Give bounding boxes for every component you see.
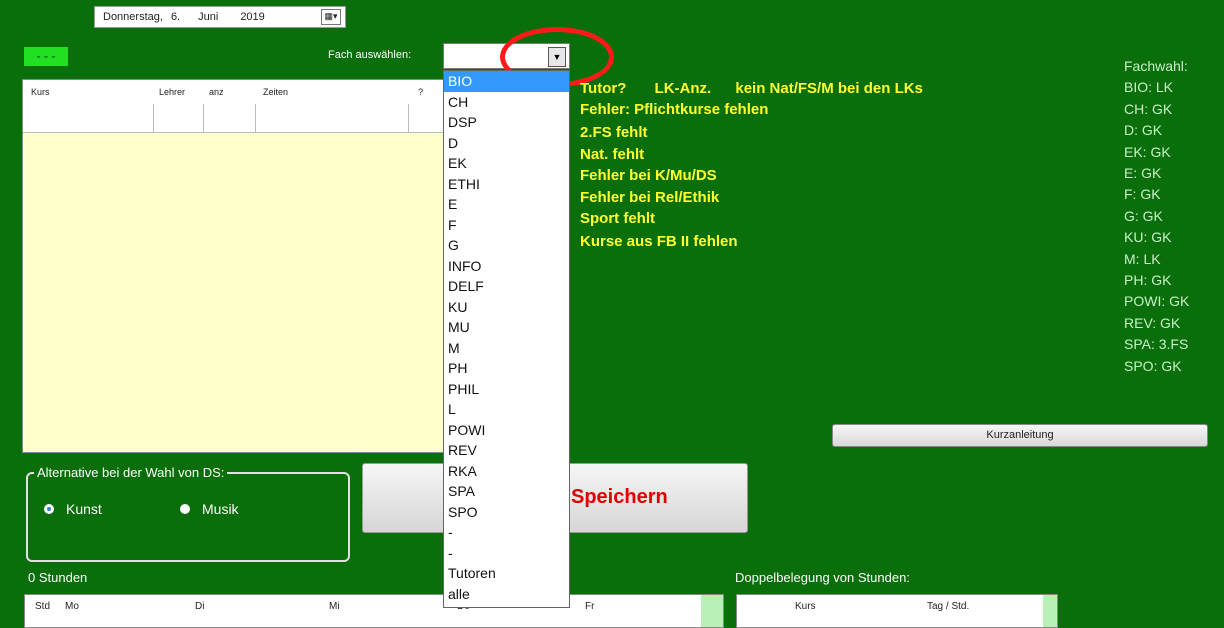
col-anz: anz xyxy=(209,87,224,97)
fachwahl-item: F: GK xyxy=(1124,186,1161,203)
timetable-grid[interactable]: Std Mo Di Mi Do Fr xyxy=(24,594,724,628)
fachwahl-item: EK: GK xyxy=(1124,143,1171,160)
stunden-label: 0 Stunden xyxy=(28,570,88,585)
col-question: ? xyxy=(418,87,424,97)
fachwahl-item: M: LK xyxy=(1124,250,1161,267)
dropdown-option[interactable]: MU xyxy=(444,317,569,338)
fachwahl-item: KU: GK xyxy=(1124,229,1172,246)
dropdown-option[interactable]: BIO xyxy=(444,71,569,92)
save-button-label: Speichern xyxy=(571,486,668,508)
date-year: 2019 xyxy=(240,11,265,23)
dropdown-option[interactable]: CH xyxy=(444,92,569,113)
fach-dropdown-list[interactable]: BIO CH DSP D EK ETHI E F G INFO DELF KU MU M PH PHIL L PO… xyxy=(443,70,570,608)
doppel-title: Doppelbelegung von Stunden: xyxy=(735,570,910,585)
col-kurs: Kurs xyxy=(31,87,50,97)
dropdown-option[interactable]: E xyxy=(444,194,569,215)
doppel-grid[interactable]: Kurs Tag / Std. xyxy=(736,594,1058,628)
dropdown-option[interactable]: F xyxy=(444,215,569,236)
msg-tutor: Tutor? xyxy=(580,80,627,97)
status-button[interactable]: - - - xyxy=(24,47,68,66)
dropdown-option[interactable]: Tutoren xyxy=(444,563,569,584)
dropdown-option[interactable]: alle xyxy=(444,584,569,605)
radio-selected-icon xyxy=(44,504,54,514)
scroll-strip xyxy=(701,595,723,627)
fachwahl-item: POWI: GK xyxy=(1124,293,1190,310)
course-grid[interactable]: Kurs Lehrer anz Zeiten ? xyxy=(22,79,452,453)
dropdown-option[interactable]: DELF xyxy=(444,276,569,297)
dropdown-option[interactable]: ETHI xyxy=(444,174,569,195)
table-row[interactable] xyxy=(23,104,451,133)
radio-kunst[interactable]: Kunst xyxy=(44,501,102,517)
fachwahl-item: SPO: GK xyxy=(1124,357,1182,374)
dropdown-option[interactable]: G xyxy=(444,235,569,256)
calendar-icon[interactable]: ▦▾ xyxy=(321,9,341,25)
course-grid-header: Kurs Lehrer anz Zeiten ? xyxy=(23,80,451,105)
date-day: 6. xyxy=(170,11,181,23)
kurzanleitung-button[interactable]: Kurzanleitung xyxy=(832,424,1208,447)
dropdown-option[interactable]: SPA xyxy=(444,481,569,502)
message-line-1: Tutor? LK-Anz. kein Nat/FS/M bei den LKs xyxy=(580,80,923,97)
dropdown-option[interactable]: - xyxy=(444,522,569,543)
message-line: Kurse aus FB II fehlen xyxy=(580,233,738,250)
dropdown-option[interactable]: M xyxy=(444,338,569,359)
message-line: Fehler bei K/Mu/DS xyxy=(580,167,717,184)
radio-musik-label: Musik xyxy=(202,501,239,517)
fach-label: Fach auswählen: xyxy=(328,49,412,61)
fachwahl-title: Fachwahl: xyxy=(1124,58,1188,74)
dropdown-option[interactable]: - xyxy=(444,543,569,564)
date-weekday: Donnerstag, xyxy=(103,11,163,23)
message-line: Nat. fehlt xyxy=(580,146,645,163)
alternative-title: Alternative bei der Wahl von DS: xyxy=(34,465,228,480)
dropdown-option[interactable]: L xyxy=(444,399,569,420)
date-picker[interactable]: Donnerstag, 6. Juni 2019 ▦▾ xyxy=(94,6,346,28)
col-zeiten: Zeiten xyxy=(263,87,289,97)
fachwahl-item: D: GK xyxy=(1124,122,1163,139)
dropdown-option[interactable]: PHIL xyxy=(444,379,569,400)
tt-col-di: Di xyxy=(195,601,205,612)
fachwahl-item: CH: GK xyxy=(1124,100,1173,117)
alternative-groupbox xyxy=(26,472,350,562)
message-line: Fehler: Pflichtkurse fehlen xyxy=(580,101,769,118)
dropdown-option[interactable]: SPO xyxy=(444,502,569,523)
radio-icon xyxy=(180,504,190,514)
dropdown-option[interactable]: INFO xyxy=(444,256,569,277)
dbl-col-kurs: Kurs xyxy=(795,601,816,612)
dropdown-option[interactable]: REV xyxy=(444,440,569,461)
dbl-col-tag: Tag / Std. xyxy=(927,601,970,612)
col-lehrer: Lehrer xyxy=(159,87,186,97)
tt-col-std: Std xyxy=(35,601,51,612)
fachwahl-item: REV: GK xyxy=(1124,314,1181,331)
tt-col-mi: Mi xyxy=(329,601,340,612)
dropdown-option[interactable]: DSP xyxy=(444,112,569,133)
tt-col-fr: Fr xyxy=(585,601,595,612)
date-month: Juni xyxy=(198,11,219,23)
scroll-strip xyxy=(1043,595,1057,627)
radio-musik[interactable]: Musik xyxy=(180,501,239,517)
dropdown-option[interactable]: KU xyxy=(444,297,569,318)
dropdown-option[interactable]: EK xyxy=(444,153,569,174)
dropdown-option[interactable]: POWI xyxy=(444,420,569,441)
fachwahl-list: Fachwahl: BIO: LK CH: GK D: GK EK: GK E:… xyxy=(1124,56,1189,377)
message-line: Sport fehlt xyxy=(580,210,655,227)
tt-col-mo: Mo xyxy=(65,601,79,612)
dropdown-option[interactable]: RKA xyxy=(444,461,569,482)
fachwahl-item: PH: GK xyxy=(1124,272,1172,289)
dropdown-option[interactable]: PH xyxy=(444,358,569,379)
fachwahl-item: E: GK xyxy=(1124,165,1162,182)
fachwahl-item: G: GK xyxy=(1124,207,1163,224)
fachwahl-item: SPA: 3.FS xyxy=(1124,336,1189,353)
msg-kein-nat: kein Nat/FS/M bei den LKs xyxy=(735,80,923,97)
dropdown-option[interactable]: D xyxy=(444,133,569,154)
message-line: Fehler bei Rel/Ethik xyxy=(580,189,720,206)
radio-kunst-label: Kunst xyxy=(66,501,102,517)
msg-lk-anz: LK-Anz. xyxy=(654,80,712,97)
fachwahl-item: BIO: LK xyxy=(1124,79,1174,96)
message-line: 2.FS fehlt xyxy=(580,124,648,141)
